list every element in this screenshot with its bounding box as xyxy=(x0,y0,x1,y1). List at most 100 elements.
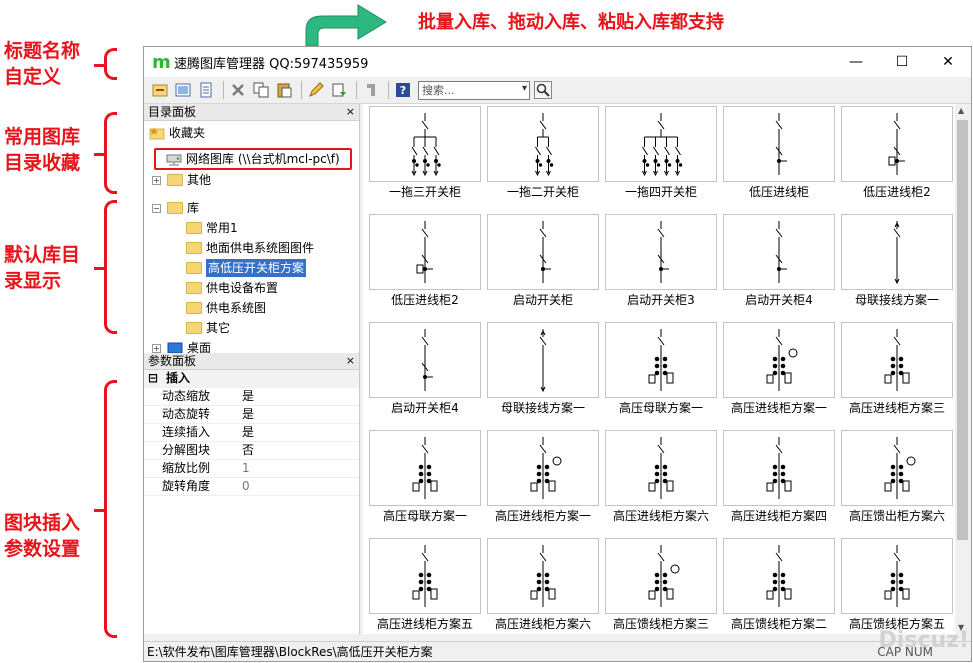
block-item[interactable]: 高压进线柜方案三 xyxy=(841,322,953,417)
block-thumbnail[interactable] xyxy=(487,322,599,398)
vertical-scrollbar[interactable]: ▲ ▼ xyxy=(955,104,970,634)
import-icon[interactable] xyxy=(150,80,170,100)
block-item[interactable]: 高压进线柜方案六 xyxy=(605,430,717,525)
block-thumbnail[interactable] xyxy=(487,538,599,614)
block-item[interactable]: 母联接线方案一 xyxy=(487,322,599,417)
close-icon[interactable]: × xyxy=(346,353,355,369)
collapse-icon[interactable]: − xyxy=(152,203,161,213)
copy-icon[interactable] xyxy=(251,80,271,100)
document-icon[interactable] xyxy=(196,80,216,100)
close-icon[interactable]: × xyxy=(346,104,355,120)
block-thumbnail[interactable] xyxy=(605,106,717,182)
search-input[interactable]: 搜索... ▾ xyxy=(418,80,530,100)
block-item[interactable]: 高压母联方案一 xyxy=(369,430,481,525)
block-label: 高压进线柜方案四 xyxy=(730,509,827,523)
block-thumbnail[interactable] xyxy=(369,106,481,182)
status-path: E:\软件发布\图库管理器\BlockRes\高低压开关柜方案 xyxy=(147,645,433,659)
param-row[interactable]: 动态旋转是 xyxy=(144,406,359,424)
block-item[interactable]: 启动开关柜4 xyxy=(369,322,481,417)
block-thumbnail[interactable] xyxy=(841,322,953,398)
block-thumbnail[interactable] xyxy=(841,430,953,506)
param-row[interactable]: 分解图块否 xyxy=(144,442,359,460)
block-label: 高压进线柜方案一 xyxy=(730,401,827,415)
block-thumbnail[interactable] xyxy=(723,214,835,290)
tree-item-lib-child[interactable]: 供电设备布置 xyxy=(186,279,278,297)
edit-icon[interactable] xyxy=(306,80,326,100)
block-item[interactable]: 一拖四开关柜 xyxy=(605,106,717,201)
param-group-insert[interactable]: ⊟ 插入 xyxy=(144,370,359,388)
block-item[interactable]: 高压进线柜方案五 xyxy=(369,538,481,633)
block-thumbnail[interactable] xyxy=(841,214,953,290)
tree-item-network-library[interactable]: 网络图库 (\\台式机mcl-pc\f) xyxy=(166,150,340,168)
block-thumbnail[interactable] xyxy=(723,106,835,182)
block-thumbnail[interactable] xyxy=(369,538,481,614)
expand-icon[interactable]: + xyxy=(152,343,161,353)
expand-icon[interactable]: + xyxy=(152,175,161,185)
block-label: 高压馈出柜方案六 xyxy=(848,509,945,523)
param-row[interactable]: 缩放比例 1 xyxy=(144,460,359,478)
block-item[interactable]: 高压进线柜方案一 xyxy=(487,430,599,525)
search-icon[interactable] xyxy=(533,80,553,100)
annotation-brace xyxy=(94,112,117,194)
block-thumbnail[interactable] xyxy=(841,106,953,182)
tree-item-lib-child[interactable]: 供电系统图 xyxy=(186,299,266,317)
help-icon[interactable]: ? xyxy=(393,80,413,100)
block-thumbnail[interactable] xyxy=(487,106,599,182)
minimize-button[interactable]: — xyxy=(833,47,879,77)
block-item[interactable]: 高压母联方案一 xyxy=(605,322,717,417)
tree-item-lib-child-selected[interactable]: 高低压开关柜方案 xyxy=(186,259,307,277)
block-item[interactable]: 启动开关柜4 xyxy=(723,214,835,309)
block-item[interactable]: 高压馈线柜方案五 xyxy=(841,538,953,633)
chevron-down-icon[interactable]: ▾ xyxy=(522,83,527,94)
param-row[interactable]: 连续插入是 xyxy=(144,424,359,442)
scroll-up-icon[interactable]: ▲ xyxy=(958,106,964,115)
toolbar-separator xyxy=(223,81,224,99)
block-thumbnail[interactable] xyxy=(723,538,835,614)
block-thumbnail[interactable] xyxy=(487,214,599,290)
param-row[interactable]: 动态缩放是 xyxy=(144,388,359,406)
tree-item-other[interactable]: + 其他 xyxy=(152,171,211,189)
block-thumbnail[interactable] xyxy=(369,430,481,506)
block-thumbnail[interactable] xyxy=(605,322,717,398)
paste-icon[interactable] xyxy=(274,80,294,100)
block-thumbnail[interactable] xyxy=(723,430,835,506)
block-item[interactable]: 启动开关柜 xyxy=(487,214,599,309)
tree-item-lib-child[interactable]: 其它 xyxy=(186,319,230,337)
block-item[interactable]: 低压进线柜2 xyxy=(369,214,481,309)
collapse-icon[interactable]: ⊟ xyxy=(144,370,162,387)
block-item[interactable]: 高压进线柜方案四 xyxy=(723,430,835,525)
block-label: 高压母联方案一 xyxy=(618,401,703,415)
catalog-tree: 收藏夹 网络图库 (\\台式机mcl-pc\f) + 其他 − 库 常用1 地面… xyxy=(144,121,359,355)
tree-item-lib[interactable]: − 库 xyxy=(152,199,199,217)
block-thumbnail[interactable] xyxy=(369,214,481,290)
block-thumbnail[interactable] xyxy=(605,538,717,614)
back-icon[interactable] xyxy=(361,80,381,100)
block-thumbnail[interactable] xyxy=(605,430,717,506)
delete-icon[interactable] xyxy=(228,80,248,100)
tree-item-favorites[interactable]: 收藏夹 xyxy=(149,124,205,142)
tree-item-lib-child[interactable]: 地面供电系统图图件 xyxy=(186,239,314,257)
block-item[interactable]: 高压馈线柜方案三 xyxy=(605,538,717,633)
block-item[interactable]: 低压进线柜 xyxy=(723,106,835,201)
close-button[interactable]: ✕ xyxy=(925,47,971,77)
block-item[interactable]: 高压馈线柜方案二 xyxy=(723,538,835,633)
tree-item-lib-child[interactable]: 常用1 xyxy=(186,219,238,237)
block-thumbnail[interactable] xyxy=(605,214,717,290)
refresh-icon[interactable] xyxy=(329,80,349,100)
block-item[interactable]: 一拖二开关柜 xyxy=(487,106,599,201)
picture-icon[interactable] xyxy=(173,80,193,100)
block-item[interactable]: 高压馈出柜方案六 xyxy=(841,430,953,525)
block-item[interactable]: 母联接线方案一 xyxy=(841,214,953,309)
param-row[interactable]: 旋转角度 0 xyxy=(144,478,359,496)
block-thumbnail[interactable] xyxy=(487,430,599,506)
block-thumbnail[interactable] xyxy=(369,322,481,398)
block-item[interactable]: 低压进线柜2 xyxy=(841,106,953,201)
maximize-button[interactable]: ☐ xyxy=(879,47,925,77)
block-item[interactable]: 一拖三开关柜 xyxy=(369,106,481,201)
block-thumbnail[interactable] xyxy=(723,322,835,398)
block-item[interactable]: 启动开关柜3 xyxy=(605,214,717,309)
block-item[interactable]: 高压进线柜方案六 xyxy=(487,538,599,633)
block-item[interactable]: 高压进线柜方案一 xyxy=(723,322,835,417)
block-thumbnail[interactable] xyxy=(841,538,953,614)
scrollbar-thumb[interactable] xyxy=(957,120,968,540)
